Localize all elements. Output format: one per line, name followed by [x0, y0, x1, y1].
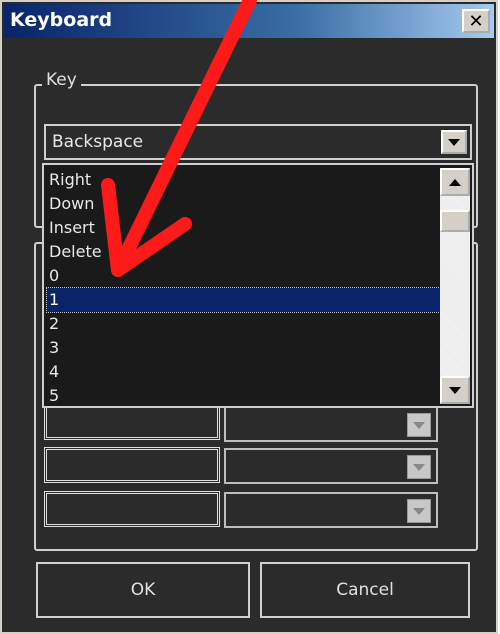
list-item-4[interactable]: 4 [47, 360, 440, 384]
list-item-2[interactable]: 2 [47, 312, 440, 336]
list-item-1-selected[interactable]: 1 [46, 287, 441, 313]
modifier-combo-1[interactable] [224, 406, 438, 442]
modifier-field-1[interactable] [44, 404, 220, 440]
key-group-label: Key [42, 70, 81, 90]
cancel-button[interactable]: Cancel [260, 562, 470, 618]
chevron-up-icon [449, 178, 461, 186]
key-combobox[interactable]: Backspace [44, 124, 472, 160]
key-combobox-dropdown-button[interactable] [441, 130, 467, 154]
close-button[interactable]: ✕ [462, 9, 490, 33]
list-scrollbar[interactable] [440, 168, 470, 404]
modifier-combo-3-dropdown[interactable] [407, 499, 431, 523]
list-item-delete[interactable]: Delete [47, 240, 440, 264]
chevron-down-icon [449, 386, 461, 394]
chevron-down-icon [413, 463, 425, 471]
scroll-up-button[interactable] [440, 168, 470, 196]
scroll-down-button[interactable] [440, 376, 470, 404]
list-item-insert[interactable]: Insert [47, 216, 440, 240]
scrollbar-thumb[interactable] [440, 210, 470, 232]
modifier-combo-1-dropdown[interactable] [407, 413, 431, 437]
modifier-field-3[interactable] [44, 491, 220, 527]
modifier-combo-2-dropdown[interactable] [407, 455, 431, 479]
chevron-down-icon [448, 138, 460, 146]
modifier-combo-2[interactable] [224, 448, 438, 484]
chevron-down-icon [413, 421, 425, 429]
close-icon: ✕ [468, 10, 484, 32]
keyboard-dialog: Keyboard ✕ Key Backspace Right Down Inse… [0, 0, 498, 634]
modifier-combo-3[interactable] [224, 492, 438, 528]
list-item-right[interactable]: Right [47, 168, 440, 192]
key-dropdown-list[interactable]: Right Down Insert Delete 0 1 2 3 4 5 [42, 163, 474, 408]
list-item-down[interactable]: Down [47, 192, 440, 216]
window-title: Keyboard [10, 9, 113, 31]
list-item-3[interactable]: 3 [47, 336, 440, 360]
title-bar[interactable]: Keyboard ✕ [4, 4, 494, 38]
key-combobox-value: Backspace [52, 132, 144, 152]
modifier-field-2[interactable] [44, 447, 220, 483]
list-item-0[interactable]: 0 [47, 264, 440, 288]
list-item-5[interactable]: 5 [47, 384, 440, 406]
chevron-down-icon [413, 507, 425, 515]
ok-button[interactable]: OK [36, 562, 250, 618]
